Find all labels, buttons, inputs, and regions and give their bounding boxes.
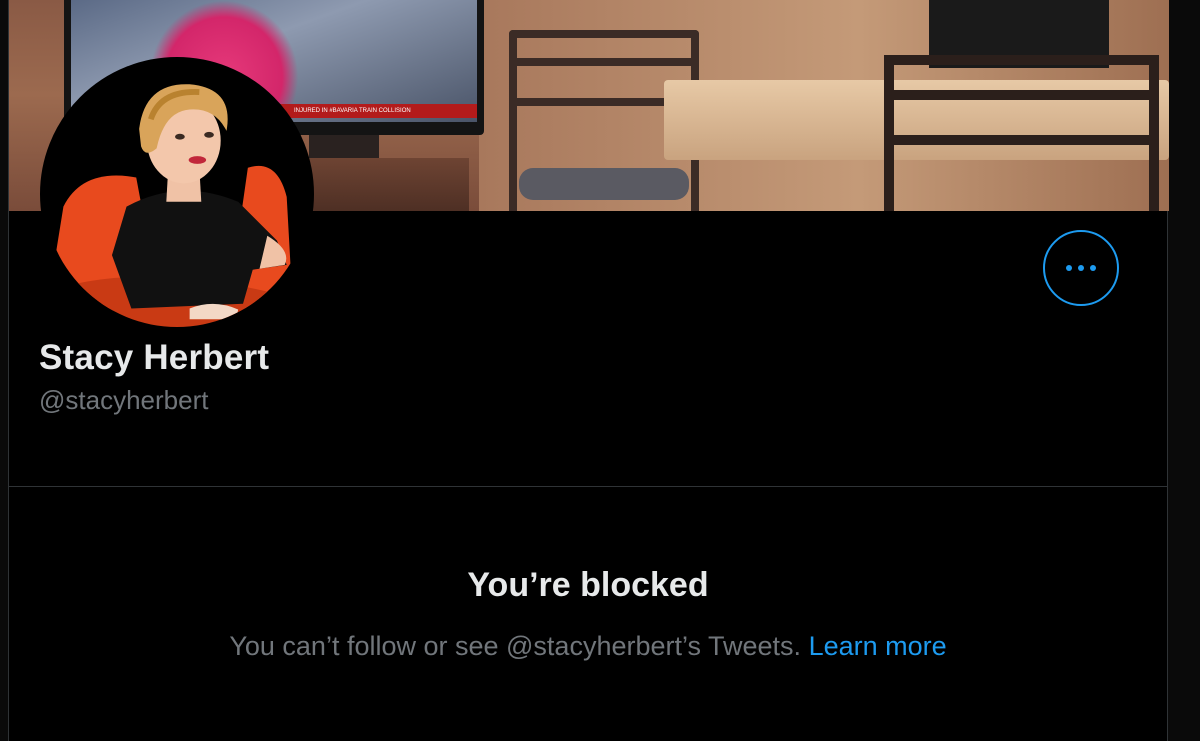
more-horizontal-icon (1066, 265, 1096, 271)
more-options-button[interactable] (1043, 230, 1119, 306)
blocked-message-row: You can’t follow or see @stacyherbert’s … (9, 631, 1167, 662)
banner-chair-cushion (519, 168, 689, 200)
tv-ticker-text: INJURED IN #BAVARIA TRAIN COLLISION (294, 108, 411, 114)
section-divider (9, 486, 1167, 487)
app-window: INJURED IN #BAVARIA TRAIN COLLISION Stac… (0, 0, 1200, 741)
avatar[interactable] (40, 57, 314, 331)
learn-more-link[interactable]: Learn more (809, 631, 947, 661)
blocked-title: You’re blocked (467, 566, 709, 604)
profile-handle: @stacyherbert (39, 385, 209, 415)
banner-tv-ticker: INJURED IN #BAVARIA TRAIN COLLISION (264, 104, 477, 118)
profile-display-name: Stacy Herbert (39, 338, 270, 377)
profile-column: INJURED IN #BAVARIA TRAIN COLLISION Stac… (8, 0, 1169, 741)
banner-chair-right (884, 55, 1159, 211)
blocked-message: You can’t follow or see @stacyherbert’s … (229, 631, 809, 661)
avatar-image (44, 61, 310, 327)
